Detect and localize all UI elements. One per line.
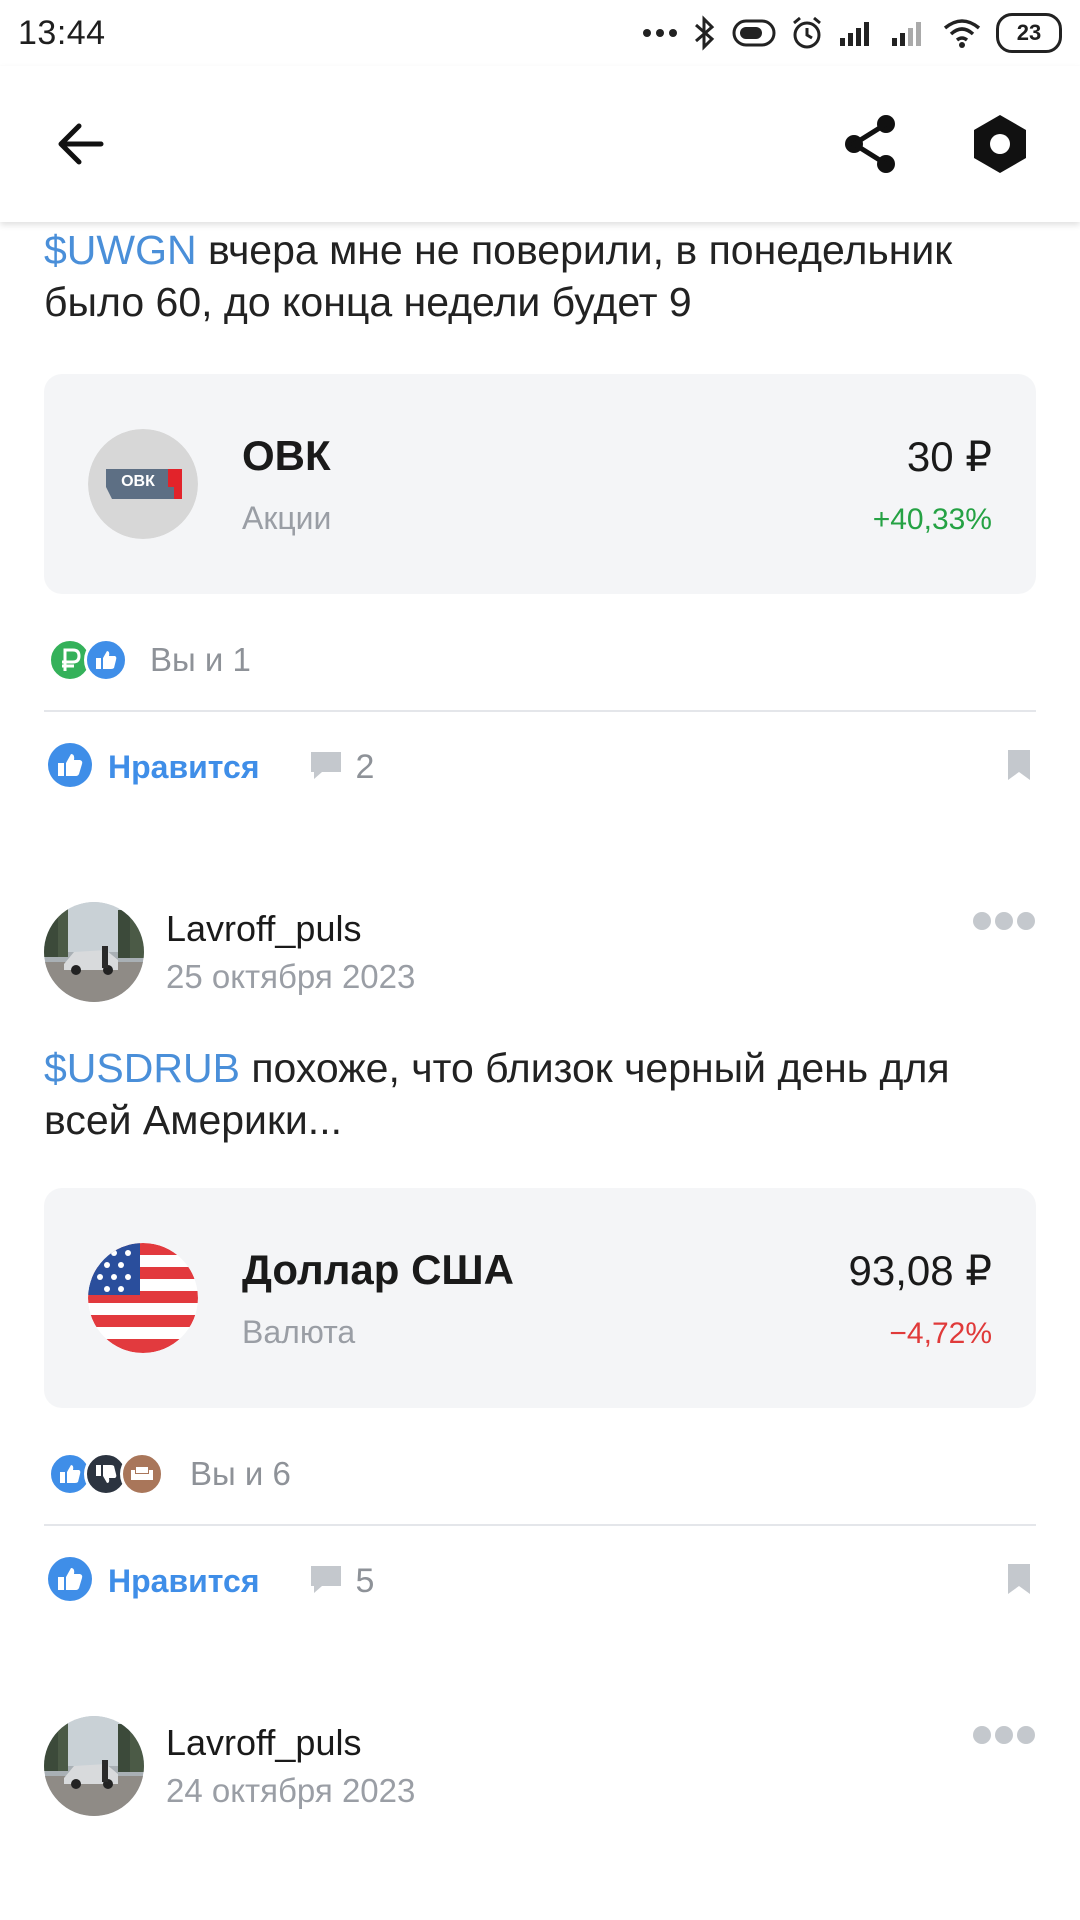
- instrument-price: 30 ₽: [906, 432, 992, 480]
- hexagon-settings-icon[interactable]: [960, 104, 1040, 184]
- author-info: Lavroff_puls 24 октября 2023: [166, 1722, 972, 1810]
- instrument-change: +40,33%: [872, 502, 992, 536]
- ticker-link[interactable]: $UWGN: [44, 227, 197, 273]
- comment-icon: [308, 749, 344, 786]
- instrument-price: 93,08 ₽: [848, 1246, 993, 1294]
- instrument-price-block: 93,08 ₽ −4,72%: [849, 1246, 993, 1351]
- like-button[interactable]: Нравится: [48, 1556, 260, 1606]
- reactions-summary[interactable]: Вы и 1: [0, 630, 1080, 690]
- ticker-link[interactable]: $USDRUB: [44, 1045, 240, 1091]
- reactions-text: Вы и 6: [190, 1455, 291, 1492]
- comments-button[interactable]: 5: [308, 1561, 375, 1601]
- thumbs-up-icon: [48, 1556, 92, 1606]
- instrument-name: Доллар США: [242, 1245, 514, 1293]
- instrument-info: Доллар США Валюта: [242, 1246, 849, 1351]
- share-icon[interactable]: [830, 104, 910, 184]
- like-button[interactable]: Нравится: [48, 742, 260, 792]
- instrument-info: ОВК Акции: [242, 432, 873, 537]
- post-date: 24 октября 2023: [166, 1772, 416, 1809]
- reactions-summary[interactable]: Вы и 6: [0, 1444, 1080, 1504]
- status-icons: 23: [642, 13, 1062, 53]
- more-options-icon[interactable]: [972, 910, 1036, 937]
- top-bar: [0, 66, 1080, 222]
- reaction-icons: [48, 638, 128, 682]
- post-text: $USDRUB похоже, что близок черный день д…: [0, 1042, 1080, 1146]
- avatar[interactable]: [44, 1716, 144, 1816]
- instrument-card[interactable]: ОВК ОВК Акции 30 ₽ +40,33%: [44, 374, 1036, 594]
- like-label: Нравится: [108, 748, 260, 785]
- ovk-logo: ОВК: [88, 429, 198, 539]
- author-name[interactable]: Lavroff_puls: [166, 908, 972, 950]
- comments-button[interactable]: 2: [308, 747, 375, 787]
- post-text: $UWGN вчера мне не поверили, в понедельн…: [0, 224, 1080, 328]
- alarm-icon: [790, 13, 824, 53]
- signal-icon-2: [890, 13, 928, 53]
- comment-count: 2: [355, 747, 375, 786]
- more-options-icon[interactable]: [972, 1724, 1036, 1751]
- svg-text:ОВК: ОВК: [121, 473, 155, 490]
- sofa-icon: [120, 1452, 164, 1496]
- post-header: Lavroff_puls 24 октября 2023: [0, 1716, 1080, 1816]
- instrument-change: −4,72%: [889, 1316, 992, 1350]
- arrow-left-icon[interactable]: [40, 104, 120, 184]
- dots-icon: [642, 13, 678, 53]
- author-name[interactable]: Lavroff_puls: [166, 1722, 972, 1764]
- comment-count: 5: [355, 1561, 375, 1600]
- status-bar: 13:44 23: [0, 0, 1080, 66]
- bookmark-icon[interactable]: [1006, 1562, 1032, 1601]
- instrument-name: ОВК: [242, 431, 331, 479]
- bluetooth-icon: [692, 13, 718, 53]
- reaction-icons: [48, 1452, 164, 1496]
- thumbs-up-icon: [48, 742, 92, 792]
- wifi-icon: [942, 13, 982, 53]
- toggle-icon: [732, 13, 776, 53]
- status-time: 13:44: [18, 13, 106, 52]
- battery-icon: 23: [996, 13, 1062, 53]
- author-info: Lavroff_puls 25 октября 2023: [166, 908, 972, 996]
- post-actions: Нравится 5: [0, 1526, 1080, 1636]
- instrument-type: Акции: [242, 499, 332, 536]
- like-label: Нравится: [108, 1562, 260, 1599]
- reactions-text: Вы и 1: [150, 641, 251, 678]
- thumbs-up-icon: [84, 638, 128, 682]
- bookmark-icon[interactable]: [1006, 748, 1032, 787]
- instrument-price-block: 30 ₽ +40,33%: [873, 432, 992, 537]
- avatar[interactable]: [44, 902, 144, 1002]
- post-actions: Нравится 2: [0, 712, 1080, 822]
- signal-icon: [838, 13, 876, 53]
- us-flag-icon: [88, 1243, 198, 1353]
- instrument-type: Валюта: [242, 1313, 356, 1350]
- instrument-card[interactable]: Доллар США Валюта 93,08 ₽ −4,72%: [44, 1188, 1036, 1408]
- feed: $UWGN вчера мне не поверили, в понедельн…: [0, 222, 1080, 1816]
- post-date: 25 октября 2023: [166, 958, 416, 995]
- comment-icon: [308, 1563, 344, 1600]
- post-header: Lavroff_puls 25 октября 2023: [0, 902, 1080, 1002]
